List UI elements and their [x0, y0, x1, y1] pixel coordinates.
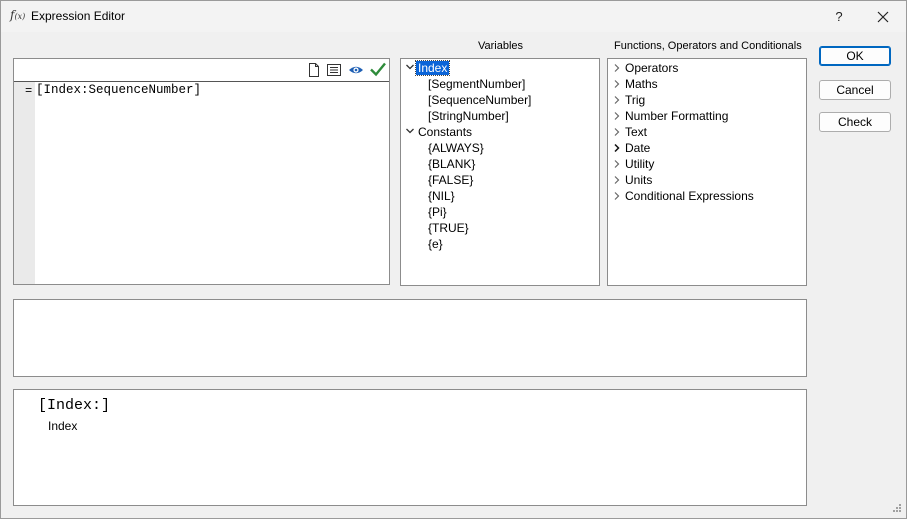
tree-item-constant[interactable]: {NIL} — [428, 189, 455, 203]
functions-header: Functions, Operators and Conditionals — [614, 40, 802, 52]
function-category[interactable]: Date — [625, 141, 650, 155]
expression-prefix: = — [25, 84, 33, 98]
help-button[interactable]: ? — [817, 1, 861, 32]
tree-item-constant[interactable]: {TRUE} — [428, 221, 469, 235]
functions-tree[interactable]: Operators Maths Trig Number Formatting T… — [607, 58, 807, 286]
expression-editor[interactable]: = [Index:SequenceNumber] — [13, 58, 390, 285]
help-description: Index — [48, 419, 78, 433]
tree-item-constant[interactable]: {BLANK} — [428, 157, 475, 171]
chevron-right-icon[interactable] — [612, 95, 626, 109]
list-view-icon[interactable] — [326, 62, 342, 78]
chevron-right-icon[interactable] — [612, 191, 626, 205]
resize-grip-icon[interactable] — [890, 503, 902, 515]
tree-item-variable[interactable]: [SegmentNumber] — [428, 77, 525, 91]
cancel-button[interactable]: Cancel — [819, 80, 891, 100]
variables-header: Variables — [478, 40, 524, 52]
tree-item-constant[interactable]: {FALSE} — [428, 173, 473, 187]
chevron-right-icon[interactable] — [612, 175, 626, 189]
result-pane[interactable] — [13, 299, 807, 377]
tree-item-constant[interactable]: {Pi} — [428, 205, 447, 219]
preview-eye-icon[interactable] — [348, 62, 364, 78]
expression-text[interactable]: [Index:SequenceNumber] — [36, 83, 201, 97]
function-category[interactable]: Conditional Expressions — [625, 189, 754, 203]
help-signature: [Index:] — [38, 397, 111, 414]
tree-item-variable[interactable]: [SequenceNumber] — [428, 93, 531, 107]
new-document-icon[interactable] — [306, 62, 322, 78]
expression-editor-window: f(x) Expression Editor ? Variables Funct… — [0, 0, 907, 519]
tree-item-variable[interactable]: [StringNumber] — [428, 109, 509, 123]
chevron-down-icon[interactable] — [405, 126, 419, 140]
editor-toolbar — [14, 59, 389, 82]
function-category[interactable]: Number Formatting — [625, 109, 728, 123]
ok-button[interactable]: OK — [819, 46, 891, 66]
chevron-right-icon[interactable] — [612, 143, 626, 157]
window-title: Expression Editor — [31, 9, 126, 23]
tree-node-constants[interactable]: Constants — [418, 125, 472, 139]
tree-node-index[interactable]: Index — [414, 60, 451, 76]
function-category[interactable]: Text — [625, 125, 647, 139]
chevron-right-icon[interactable] — [612, 63, 626, 77]
tree-item-constant[interactable]: {ALWAYS} — [428, 141, 484, 155]
function-icon: f(x) — [10, 8, 26, 22]
function-category[interactable]: Utility — [625, 157, 654, 171]
check-icon[interactable] — [369, 61, 387, 77]
chevron-right-icon[interactable] — [612, 127, 626, 141]
line-gutter — [14, 82, 35, 284]
function-category[interactable]: Trig — [625, 93, 645, 107]
close-icon — [877, 11, 889, 23]
chevron-right-icon[interactable] — [612, 79, 626, 93]
chevron-right-icon[interactable] — [612, 159, 626, 173]
close-button[interactable] — [861, 1, 905, 32]
function-category[interactable]: Units — [625, 173, 652, 187]
help-pane: [Index:] Index — [13, 389, 807, 506]
function-category[interactable]: Maths — [625, 77, 658, 91]
tree-item-constant[interactable]: {e} — [428, 237, 443, 251]
function-category[interactable]: Operators — [625, 61, 678, 75]
chevron-right-icon[interactable] — [612, 111, 626, 125]
check-button[interactable]: Check — [819, 112, 891, 132]
title-bar: f(x) Expression Editor ? — [1, 1, 906, 32]
variables-tree[interactable]: Index [SegmentNumber] [SequenceNumber] [… — [400, 58, 600, 286]
